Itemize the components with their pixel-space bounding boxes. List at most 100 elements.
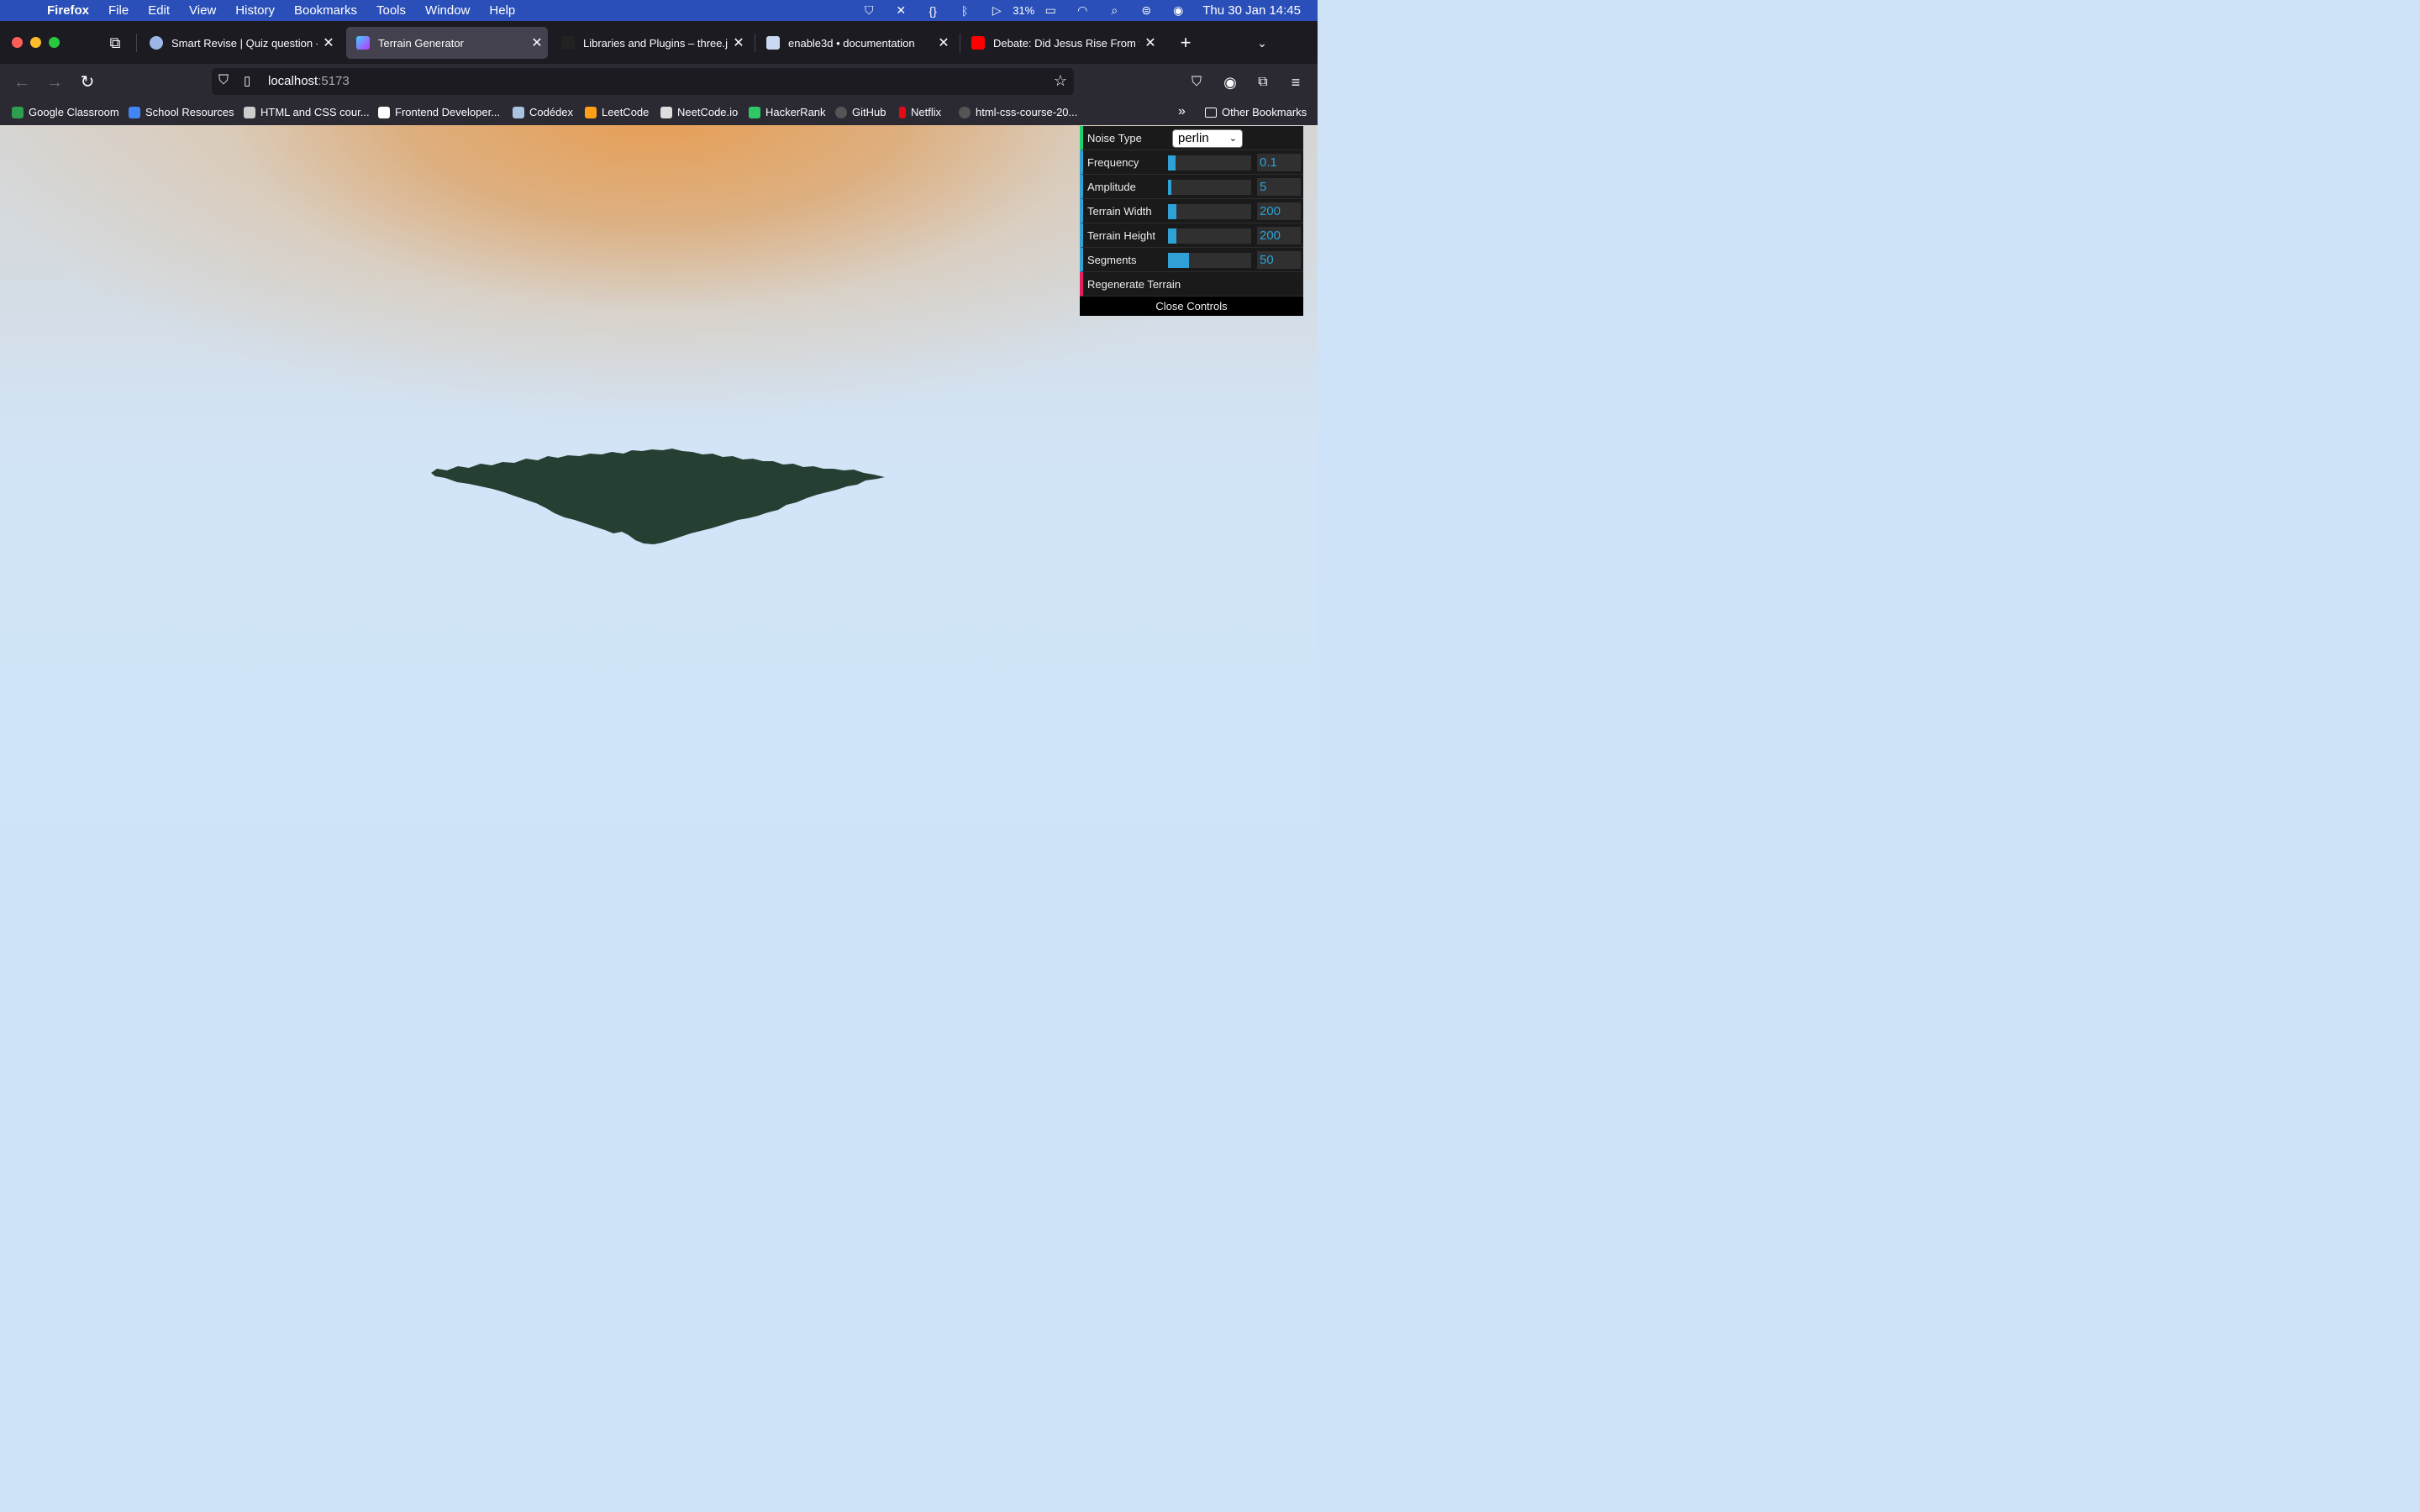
tab-smart-revise[interactable]: Smart Revise | Quiz question - H ✕ xyxy=(139,27,339,59)
bookmarks-toolbar: Google Classroom School Resources HTML a… xyxy=(0,100,1318,125)
close-icon[interactable]: ✕ xyxy=(728,34,750,51)
bookmark-html-css-course[interactable]: HTML and CSS cour... xyxy=(244,106,370,118)
regenerate-terrain-label: Regenerate Terrain xyxy=(1087,278,1181,291)
segments-input[interactable]: 50 xyxy=(1257,251,1301,269)
bookmark-school-resources[interactable]: School Resources xyxy=(129,106,234,118)
extensions-icon[interactable]: ⧉ xyxy=(1251,71,1275,93)
menu-clock[interactable]: Thu 30 Jan 14:45 xyxy=(1202,3,1301,18)
bookmark-favicon xyxy=(835,106,847,118)
close-icon[interactable]: ✕ xyxy=(1139,34,1161,51)
url-port: :5173 xyxy=(318,74,350,88)
terrain-height-slider[interactable] xyxy=(1168,228,1251,244)
bookmark-label: NeetCode.io xyxy=(677,106,739,118)
noise-type-value: perlin xyxy=(1178,131,1209,145)
menu-tools[interactable]: Tools xyxy=(376,3,406,18)
tab-terrain-generator[interactable]: Terrain Generator ✕ xyxy=(346,27,548,59)
tab-title: enable3d • documentation xyxy=(788,36,915,50)
menu-history[interactable]: History xyxy=(235,3,275,18)
bookmark-label: Netflix xyxy=(911,106,942,118)
tracking-shield-icon[interactable]: ⛉ xyxy=(218,73,229,88)
terrain-width-input[interactable]: 200 xyxy=(1257,202,1301,220)
segments-slider[interactable] xyxy=(1168,253,1251,268)
pocket-icon[interactable]: ⛉ xyxy=(1185,71,1208,93)
close-icon[interactable]: ✕ xyxy=(933,34,955,51)
page-info-icon[interactable]: ▯ xyxy=(244,73,250,88)
bookmark-label: HTML and CSS cour... xyxy=(260,106,370,118)
window-zoom-button[interactable] xyxy=(49,37,60,48)
noise-type-select[interactable]: perlin ⌄ xyxy=(1172,129,1243,148)
close-icon[interactable]: ✕ xyxy=(526,34,548,51)
siri-icon[interactable]: ◉ xyxy=(1162,3,1194,18)
close-icon[interactable]: ✕ xyxy=(318,34,339,51)
menu-window[interactable]: Window xyxy=(425,3,470,18)
other-bookmarks-folder[interactable]: Other Bookmarks xyxy=(1205,106,1307,118)
bookmarks-overflow-chevron-icon[interactable]: » xyxy=(1178,104,1186,119)
menu-edit[interactable]: Edit xyxy=(148,3,170,18)
bookmark-leetcode[interactable]: LeetCode xyxy=(585,106,649,118)
terrain-height-input[interactable]: 200 xyxy=(1257,227,1301,244)
bookmark-neetcode[interactable]: NeetCode.io xyxy=(660,106,738,118)
amplitude-input[interactable]: 5 xyxy=(1257,178,1301,196)
close-controls-button[interactable]: Close Controls xyxy=(1080,297,1303,316)
bookmark-hackerrank[interactable]: HackerRank xyxy=(749,106,826,118)
url-host: localhost xyxy=(268,74,318,88)
menu-view[interactable]: View xyxy=(189,3,216,18)
hamburger-menu-icon[interactable]: ≡ xyxy=(1284,71,1307,93)
forward-arrow-icon[interactable]: → xyxy=(43,71,66,93)
bookmark-codedex[interactable]: Codédex xyxy=(513,106,573,118)
frequency-input[interactable]: 0.1 xyxy=(1257,154,1301,171)
terrain-width-slider[interactable] xyxy=(1168,204,1251,219)
url-text[interactable]: localhost:5173 xyxy=(268,74,350,88)
bluetooth-icon[interactable]: ᛒ xyxy=(949,4,981,18)
vpn-shield-icon[interactable]: ⛉ xyxy=(853,3,885,18)
terrain-width-label: Terrain Width xyxy=(1087,205,1152,218)
tab-favicon xyxy=(150,36,163,50)
menu-bookmarks[interactable]: Bookmarks xyxy=(294,3,357,18)
frequency-slider[interactable] xyxy=(1168,155,1251,171)
url-bar[interactable]: ⛉ ▯ localhost:5173 ☆ xyxy=(212,68,1074,95)
tab-enable3d[interactable]: enable3d • documentation ✕ xyxy=(756,27,955,59)
menu-app-name[interactable]: Firefox xyxy=(47,3,89,18)
mute-icon[interactable]: ✕ xyxy=(885,3,917,18)
folder-icon xyxy=(1205,107,1217,118)
amplitude-row: Amplitude 5 xyxy=(1080,175,1303,199)
account-icon[interactable]: ◉ xyxy=(1218,71,1242,93)
bookmark-label: GitHub xyxy=(852,106,886,118)
window-close-button[interactable] xyxy=(12,37,23,48)
braces-icon[interactable]: {} xyxy=(917,4,949,18)
battery-icon[interactable]: ▭ xyxy=(1034,3,1066,18)
tab-threejs[interactable]: Libraries and Plugins – three.js f ✕ xyxy=(551,27,750,59)
bookmark-star-icon[interactable]: ☆ xyxy=(1054,72,1067,90)
bookmark-html-css-course-repo[interactable]: html-css-course-20... xyxy=(959,106,1077,118)
play-icon[interactable]: ▷ xyxy=(981,3,1013,18)
amplitude-slider[interactable] xyxy=(1168,180,1251,195)
amplitude-label: Amplitude xyxy=(1087,181,1136,193)
bookmark-favicon xyxy=(244,106,255,118)
bookmark-google-classroom[interactable]: Google Classroom xyxy=(12,106,119,118)
list-all-tabs-chevron-icon[interactable]: ⌄ xyxy=(1250,32,1274,54)
menu-help[interactable]: Help xyxy=(489,3,515,18)
frequency-label: Frequency xyxy=(1087,156,1139,169)
chevron-down-icon: ⌄ xyxy=(1228,134,1237,144)
bookmark-netflix[interactable]: Netflix xyxy=(899,106,941,118)
tab-favicon xyxy=(766,36,780,50)
menu-file[interactable]: File xyxy=(108,3,129,18)
tab-youtube-debate[interactable]: Debate: Did Jesus Rise From the ✕ xyxy=(961,27,1161,59)
new-tab-plus-icon[interactable]: + xyxy=(1174,32,1197,54)
firefox-view-icon[interactable]: ⧉ xyxy=(103,32,127,54)
terrain-height-slider-fill xyxy=(1168,228,1176,244)
back-arrow-icon[interactable]: ← xyxy=(10,71,34,93)
bookmark-label: School Resources xyxy=(145,106,234,118)
control-center-icon[interactable]: ⊜ xyxy=(1130,3,1162,18)
frequency-row: Frequency 0.1 xyxy=(1080,150,1303,175)
bookmark-frontend-developer[interactable]: Frontend Developer... xyxy=(378,106,500,118)
bookmark-favicon xyxy=(513,106,524,118)
window-minimize-button[interactable] xyxy=(30,37,41,48)
bookmark-github[interactable]: GitHub xyxy=(835,106,886,118)
wifi-icon[interactable]: ◠ xyxy=(1066,3,1098,18)
spotlight-search-icon[interactable]: ⌕ xyxy=(1098,3,1130,18)
reload-icon[interactable]: ↻ xyxy=(76,71,99,93)
regenerate-terrain-button[interactable]: Regenerate Terrain xyxy=(1080,272,1303,297)
macos-menu-bar: Firefox File Edit View History Bookmarks… xyxy=(0,0,1318,21)
other-bookmarks-label: Other Bookmarks xyxy=(1222,106,1307,118)
